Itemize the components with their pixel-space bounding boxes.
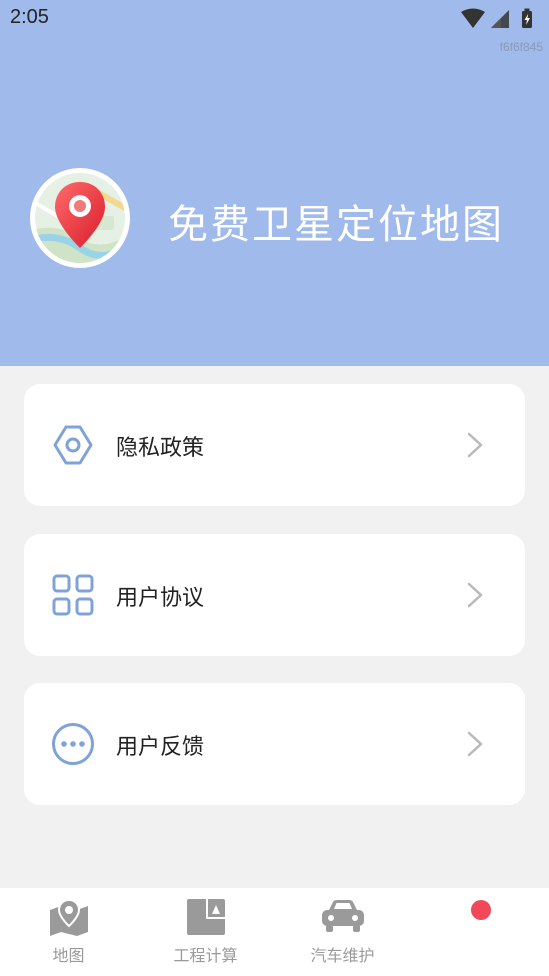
map-icon <box>49 898 88 936</box>
status-time: 2:05 <box>10 6 49 28</box>
tab-engineering-calc[interactable]: 工程计算 <box>137 888 274 976</box>
chevron-right-icon <box>467 731 483 757</box>
chevron-right-icon <box>467 432 483 458</box>
tab-map[interactable]: 地图 <box>0 888 137 976</box>
battery-icon <box>522 8 532 28</box>
more-dots-icon <box>52 723 94 765</box>
tab-label: 工程计算 <box>173 946 238 965</box>
chevron-right-icon <box>467 582 483 608</box>
menu-item-user-agreement[interactable]: 用户协议 <box>24 534 525 656</box>
tab-label: 地图 <box>52 946 85 965</box>
gear-icon <box>53 425 93 465</box>
app-header: 2:05 f6f6f845 免费卫星定位地图 <box>0 0 549 366</box>
menu-item-user-feedback[interactable]: 用户反馈 <box>24 683 525 805</box>
app-title: 免费卫星定位地图 <box>168 202 504 248</box>
menu-item-label: 用户协议 <box>116 586 205 611</box>
tab-car-maintenance[interactable]: 汽车维护 <box>274 888 411 976</box>
menu-item-privacy-policy[interactable]: 隐私政策 <box>24 384 525 506</box>
record-dot-icon[interactable] <box>471 900 491 920</box>
car-icon <box>321 900 364 932</box>
bottom-tab-bar: 地图 工程计算 汽车维护 <box>0 888 549 976</box>
tab-label: 汽车维护 <box>310 946 375 965</box>
menu-item-label: 隐私政策 <box>116 436 205 461</box>
map-pin-logo-icon <box>32 170 128 266</box>
status-icons <box>461 8 532 28</box>
grid-icon <box>52 574 94 616</box>
calculator-icon <box>186 899 225 935</box>
app-logo <box>30 168 130 268</box>
build-tag: f6f6f845 <box>499 40 543 54</box>
wifi-icon <box>461 8 485 28</box>
menu-item-label: 用户反馈 <box>116 735 205 760</box>
